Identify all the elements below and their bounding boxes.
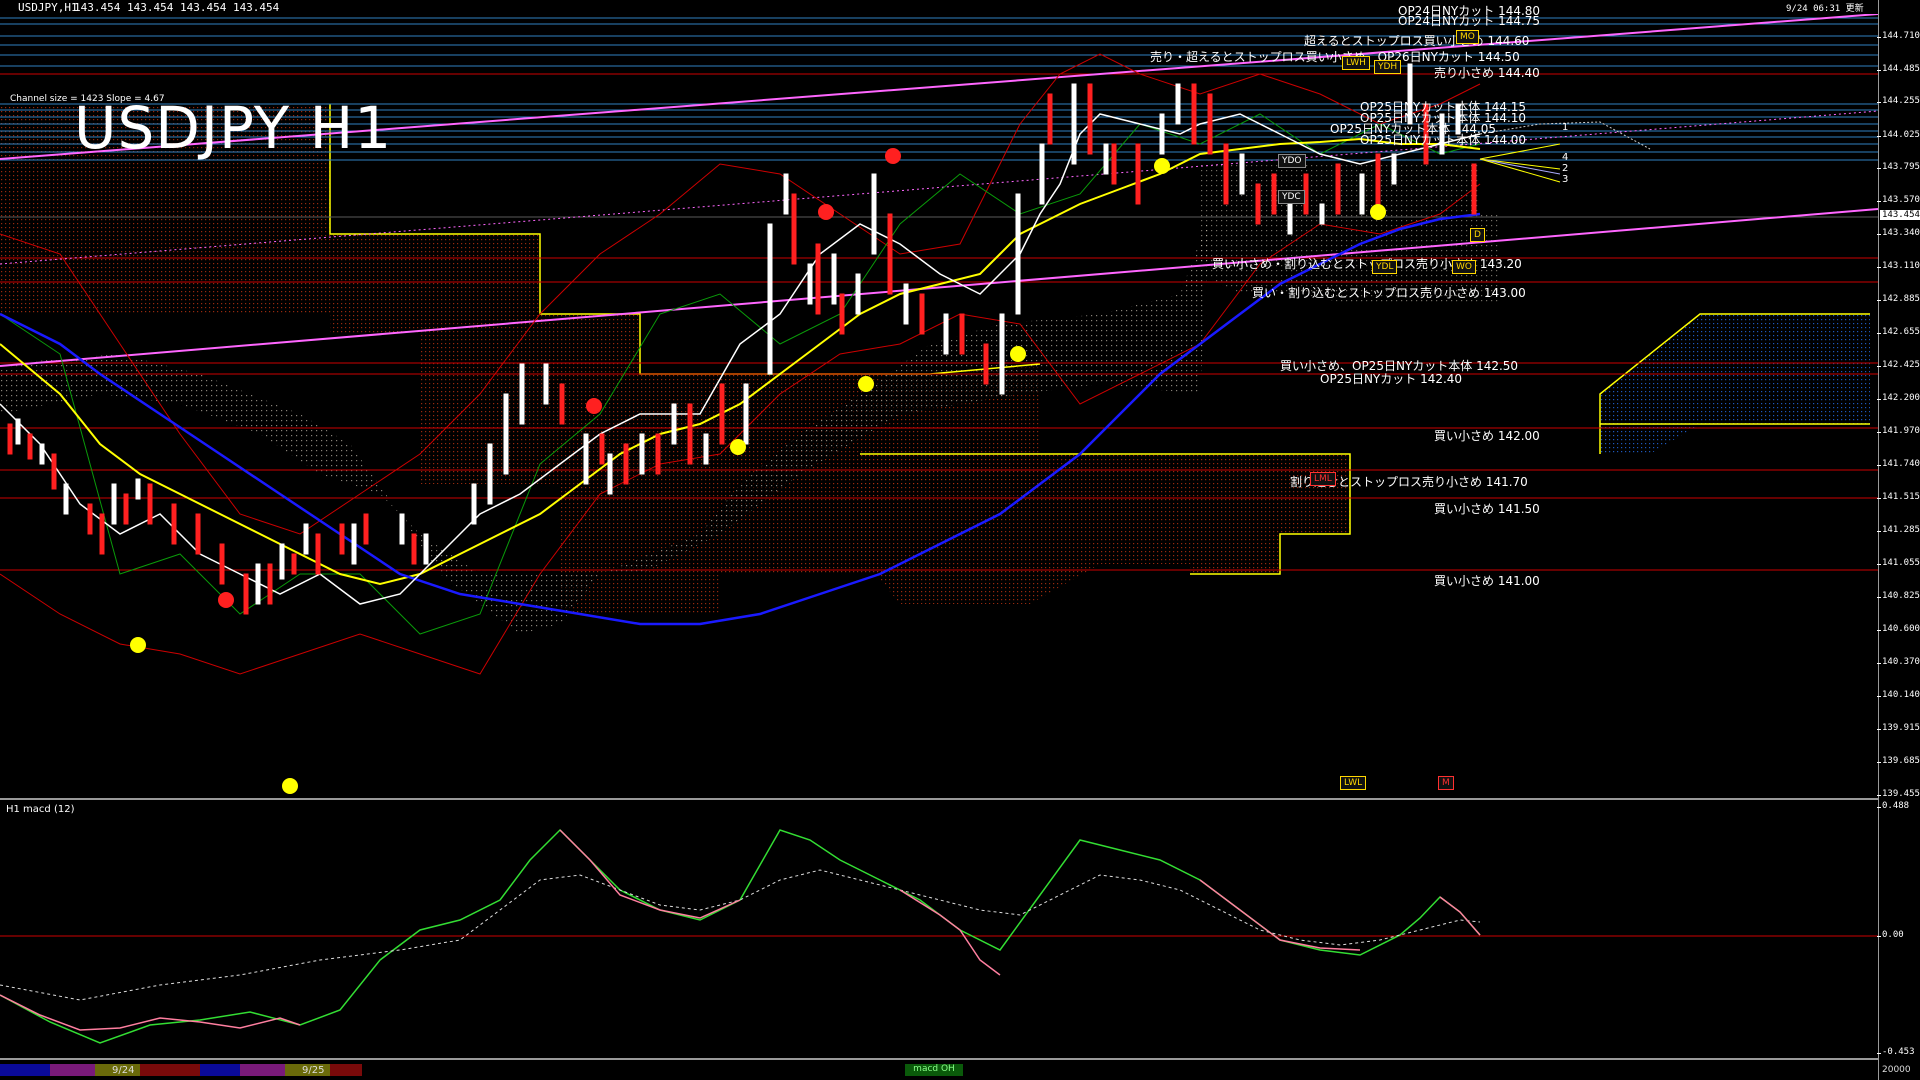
session-seg	[140, 1064, 200, 1076]
m-label: M	[1438, 776, 1454, 790]
chart-title: USDJPY H1	[74, 94, 393, 162]
price-tick: 142.655	[1877, 327, 1920, 337]
level-label: 買い小さめ 141.00	[1434, 574, 1540, 588]
ydh-label: YDH	[1374, 60, 1402, 74]
level-label: 超えるとストップロス買い小さめ 144.60	[1304, 34, 1530, 48]
session-seg	[0, 1064, 50, 1076]
price-tick: 143.110	[1877, 261, 1920, 271]
price-tick: 144.255	[1877, 96, 1920, 106]
lml-label: LML	[1310, 472, 1336, 486]
d-label: D	[1470, 228, 1485, 242]
macd-chart-svg	[0, 828, 1878, 1044]
fan-label-1: 1	[1562, 122, 1569, 133]
price-tick: 140.825	[1877, 591, 1920, 601]
mo-label: MO	[1456, 30, 1479, 44]
level-label: 売り・超えるとストップロス買い小さめ、OP26日NYカット 144.50	[1150, 50, 1520, 64]
price-tick: 141.515	[1877, 492, 1920, 502]
price-tick: 144.485	[1877, 64, 1920, 74]
price-tick: 141.055	[1877, 558, 1920, 568]
session-seg	[240, 1064, 285, 1076]
channel-info: Channel size = 1423 Slope = 4.67	[10, 94, 165, 104]
price-tick: 140.140	[1877, 690, 1920, 700]
session-seg	[330, 1064, 362, 1076]
macd-panel[interactable]: H1 macd (12)	[0, 800, 1878, 1060]
lwh-label: LWH	[1342, 56, 1370, 70]
price-tick: 142.200	[1877, 393, 1920, 403]
price-tick: 141.740	[1877, 459, 1920, 469]
price-tick: 143.570	[1877, 195, 1920, 205]
macd-tick: 0.488	[1876, 801, 1910, 811]
level-label: 買い・割り込むとストップロス売り小さめ 143.00	[1252, 286, 1526, 300]
price-tick: 144.025	[1877, 130, 1920, 140]
level-label: 買い小さめ 141.50	[1434, 502, 1540, 516]
price-panel[interactable]: USDJPY H1 Channel size = 1423 Slope = 4.…	[0, 4, 1878, 800]
level-label: 買い小さめ 142.00	[1434, 429, 1540, 443]
lwl-label: LWL	[1340, 776, 1367, 790]
price-tick: 141.285	[1877, 525, 1920, 535]
price-tick: 141.970	[1877, 426, 1920, 436]
price-tick: 144.710	[1877, 31, 1920, 41]
header-ohlc: 143.454 143.454 143.454 143.454	[74, 1, 280, 14]
wo-label: WO	[1452, 260, 1476, 274]
price-tick: 139.915	[1877, 723, 1920, 733]
current-price-label: 143.454	[1880, 210, 1920, 220]
price-tick: 142.885	[1877, 294, 1920, 304]
level-label: OP24日NYカット 144.75	[1398, 14, 1541, 28]
price-tick: 140.600	[1877, 624, 1920, 634]
chart-header: USDJPY,H1 143.454 143.454 143.454 143.45…	[0, 0, 1878, 14]
price-tick: 143.340	[1877, 228, 1920, 238]
price-tick: 143.795	[1877, 162, 1920, 172]
ydl-label: YDL	[1372, 260, 1398, 274]
fan-label-3: 3	[1562, 174, 1569, 185]
axis-right-value: 20000	[1882, 1065, 1911, 1075]
level-label: OP25日NYカット 142.40	[1320, 372, 1463, 386]
price-tick: 139.455	[1877, 789, 1920, 799]
ydc-label: YDC	[1278, 190, 1305, 204]
header-datetime: 9/24 06:31 更新	[1786, 4, 1864, 14]
mt4-chart-window[interactable]: USDJPY,H1 143.454 143.454 143.454 143.45…	[0, 0, 1920, 1080]
level-label: OP25日NYカット本体 144.00	[1360, 133, 1527, 147]
price-tick: 142.425	[1877, 360, 1920, 370]
price-tick: 139.685	[1877, 756, 1920, 766]
fan-label-4: 4	[1562, 152, 1569, 163]
macd-tick: 0.00	[1877, 930, 1904, 940]
header-symbol: USDJPY,H1	[18, 1, 78, 14]
macd-indicator-tab[interactable]: macd OH	[905, 1064, 963, 1076]
fan-label-2: 2	[1562, 163, 1569, 174]
ydo-label: YDO	[1278, 154, 1306, 168]
macd-tick: -0.453	[1877, 1047, 1915, 1057]
price-tick: 140.370	[1877, 657, 1920, 667]
level-label: 売り小さめ 144.40	[1434, 66, 1540, 80]
date-label: 9/25	[302, 1065, 325, 1076]
session-seg	[50, 1064, 95, 1076]
session-seg	[200, 1064, 240, 1076]
date-label: 9/24	[112, 1065, 135, 1076]
